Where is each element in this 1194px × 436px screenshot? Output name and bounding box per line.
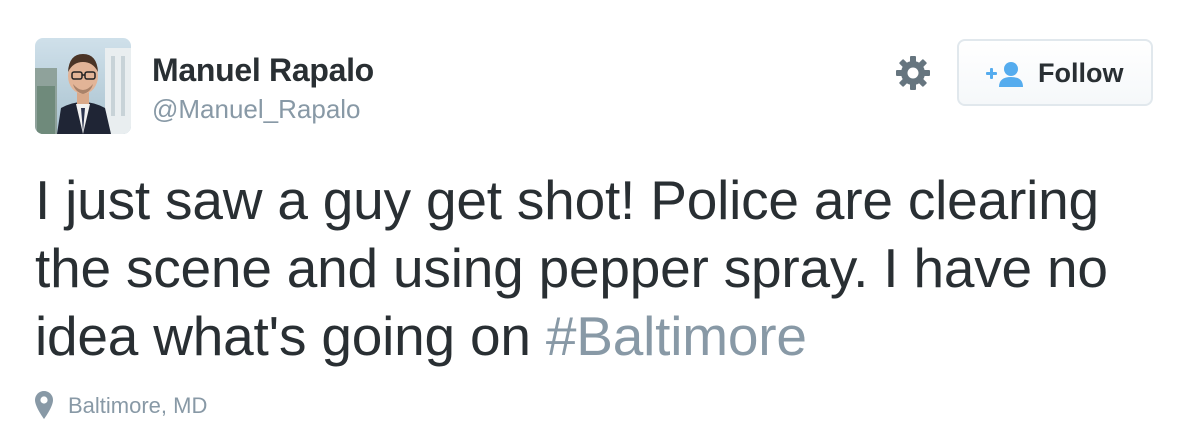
tweet-card: Manuel Rapalo @Manuel_Rapalo Follow I ju… <box>0 0 1194 436</box>
user-handle[interactable]: @Manuel_Rapalo <box>152 94 361 125</box>
follow-label: Follow <box>1038 58 1124 88</box>
location-label: Baltimore, MD <box>68 393 208 418</box>
tweet-text: I just saw a guy get shot! Police are cl… <box>35 166 1165 370</box>
hashtag-link[interactable]: #Baltimore <box>546 305 807 367</box>
gear-icon[interactable] <box>893 53 933 93</box>
avatar[interactable] <box>35 38 131 134</box>
follow-person-plus-icon <box>986 60 1026 88</box>
follow-button[interactable]: Follow <box>957 39 1153 106</box>
map-pin-icon <box>35 391 53 419</box>
avatar-photo <box>35 38 131 134</box>
user-name[interactable]: Manuel Rapalo <box>152 52 374 89</box>
